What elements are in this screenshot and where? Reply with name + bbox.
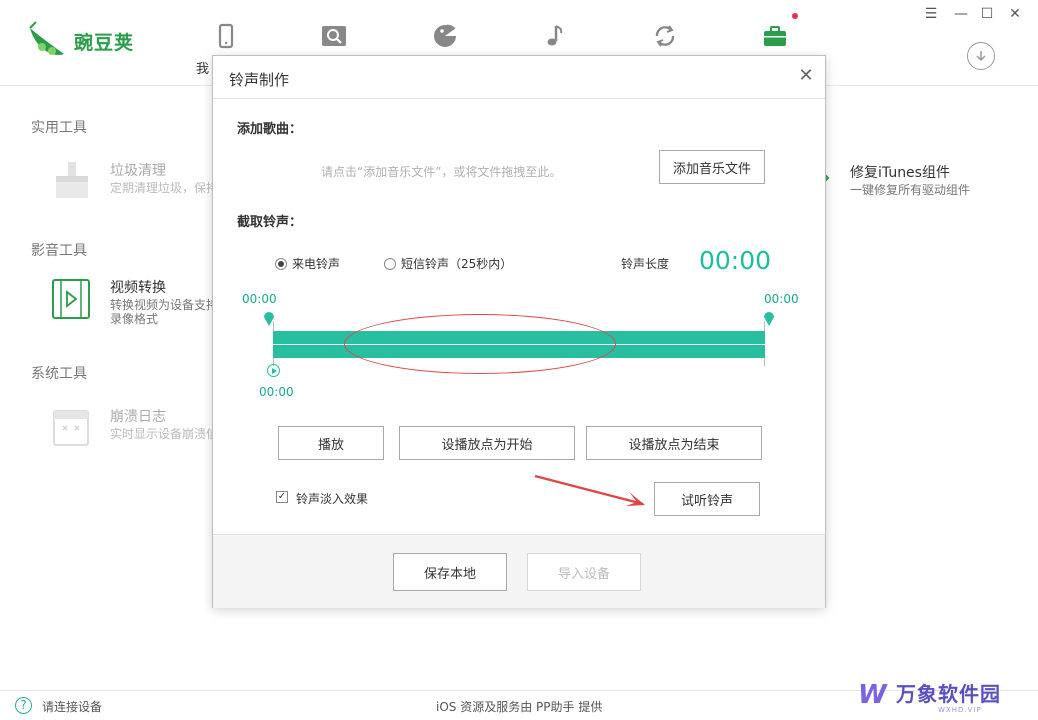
radio-button[interactable] <box>384 257 396 270</box>
music-icon[interactable] <box>541 22 569 50</box>
toolbox-icon[interactable] <box>761 22 789 50</box>
ringtone-length-label: 铃声长度 <box>621 257 670 271</box>
phone-icon[interactable] <box>212 22 240 50</box>
tool-item-junk-clean[interactable]: 垃圾清理 定期清理垃圾，保持 <box>50 160 230 220</box>
cut-ringtone-label: 截取铃声： <box>237 215 303 230</box>
set-end-button[interactable]: 设播放点为结束 <box>586 426 762 460</box>
crash-log-icon <box>53 410 89 446</box>
add-music-file-button[interactable]: 添加音乐文件 <box>659 150 765 184</box>
annotation-ellipse <box>344 314 616 374</box>
watermark-logo-icon: W <box>858 680 887 710</box>
add-song-label: 添加歌曲： <box>237 122 303 137</box>
radio-label: 短信铃声（25秒内） <box>401 257 513 271</box>
radio-incoming-call[interactable]: 来电铃声 <box>275 255 340 272</box>
close-icon[interactable]: ✕ <box>1007 6 1023 22</box>
tool-desc: 一键修复所有驱动组件 <box>850 183 971 197</box>
end-time-label: 00:00 <box>764 292 799 306</box>
tool-desc: 实时显示设备崩溃信 <box>110 427 219 441</box>
minimize-icon[interactable]: — <box>953 6 969 22</box>
logo-text: 豌豆荚 <box>74 31 135 54</box>
tool-item-fix-itunes[interactable]: 修复iTunes组件 一键修复所有驱动组件 <box>820 160 1020 205</box>
dialog-footer: 保存本地 导入设备 <box>213 534 825 608</box>
start-time-label: 00:00 <box>242 292 277 306</box>
download-icon[interactable] <box>967 42 995 70</box>
tool-name: 视频转换 <box>110 280 166 296</box>
device-status: 请连接设备 <box>42 700 103 714</box>
divider <box>213 98 825 99</box>
save-local-button[interactable]: 保存本地 <box>393 553 507 591</box>
tool-item-video-convert[interactable]: 视频转换 转换视频为设备支持 录像格式 <box>50 277 230 337</box>
ringtone-length-value: 00:00 <box>699 246 772 275</box>
video-convert-icon <box>52 279 90 319</box>
close-icon[interactable]: ✕ <box>797 67 815 85</box>
playhead-time-label: 00:00 <box>259 385 294 399</box>
help-icon[interactable]: ? <box>15 697 32 714</box>
app-logo: 豌豆荚 <box>26 20 146 62</box>
ringtone-maker-dialog: 铃声制作 ✕ 添加歌曲： 请点击“添加音乐文件”，或将文件拖拽至此。 添加音乐文… <box>212 55 826 608</box>
playhead-icon[interactable] <box>267 364 280 377</box>
dialog-title: 铃声制作 <box>229 71 290 89</box>
preview-ringtone-button[interactable]: 试听铃声 <box>654 482 760 516</box>
tool-name: 垃圾清理 <box>110 163 166 179</box>
pea-logo-icon <box>29 21 64 55</box>
watermark-sub: WXHD.VIP <box>938 706 982 714</box>
radio-label: 来电铃声 <box>292 257 341 271</box>
fade-in-label: 铃声淡入效果 <box>296 492 369 506</box>
service-provider-text: iOS 资源及服务由 PP助手 提供 <box>436 700 603 714</box>
radio-button-checked[interactable] <box>275 257 287 270</box>
nav-label-my-device[interactable]: 我 <box>196 58 209 77</box>
tool-name: 修复iTunes组件 <box>850 165 950 181</box>
section-title-utility: 实用工具 <box>31 120 87 136</box>
maximize-icon[interactable]: ☐ <box>979 6 995 22</box>
tool-desc-2: 录像格式 <box>110 312 159 326</box>
notification-dot <box>792 13 798 19</box>
radio-sms[interactable]: 短信铃声（25秒内） <box>384 255 512 272</box>
sync-icon[interactable] <box>651 22 679 50</box>
watermark-text: 万象软件园 <box>896 682 1001 706</box>
pacman-icon[interactable] <box>431 22 459 50</box>
search-icon[interactable] <box>320 22 348 50</box>
section-title-media: 影音工具 <box>31 243 87 259</box>
fade-in-checkbox[interactable]: ✓ <box>276 491 288 503</box>
menu-icon[interactable]: ☰ <box>923 6 939 22</box>
broom-icon <box>56 162 88 198</box>
tool-desc: 定期清理垃圾，保持 <box>110 181 219 195</box>
section-title-system: 系统工具 <box>31 366 87 382</box>
play-button[interactable]: 播放 <box>278 426 384 460</box>
import-device-button: 导入设备 <box>527 553 641 591</box>
annotation-arrow <box>534 474 645 506</box>
drop-hint: 请点击“添加音乐文件”，或将文件拖拽至此。 <box>321 165 562 179</box>
watermark: W 万象软件园 WXHD.VIP <box>858 678 1028 718</box>
tool-item-crash-log[interactable]: 崩溃日志 实时显示设备崩溃信 <box>50 406 230 466</box>
tool-name: 崩溃日志 <box>110 409 166 425</box>
set-start-button[interactable]: 设播放点为开始 <box>399 426 575 460</box>
